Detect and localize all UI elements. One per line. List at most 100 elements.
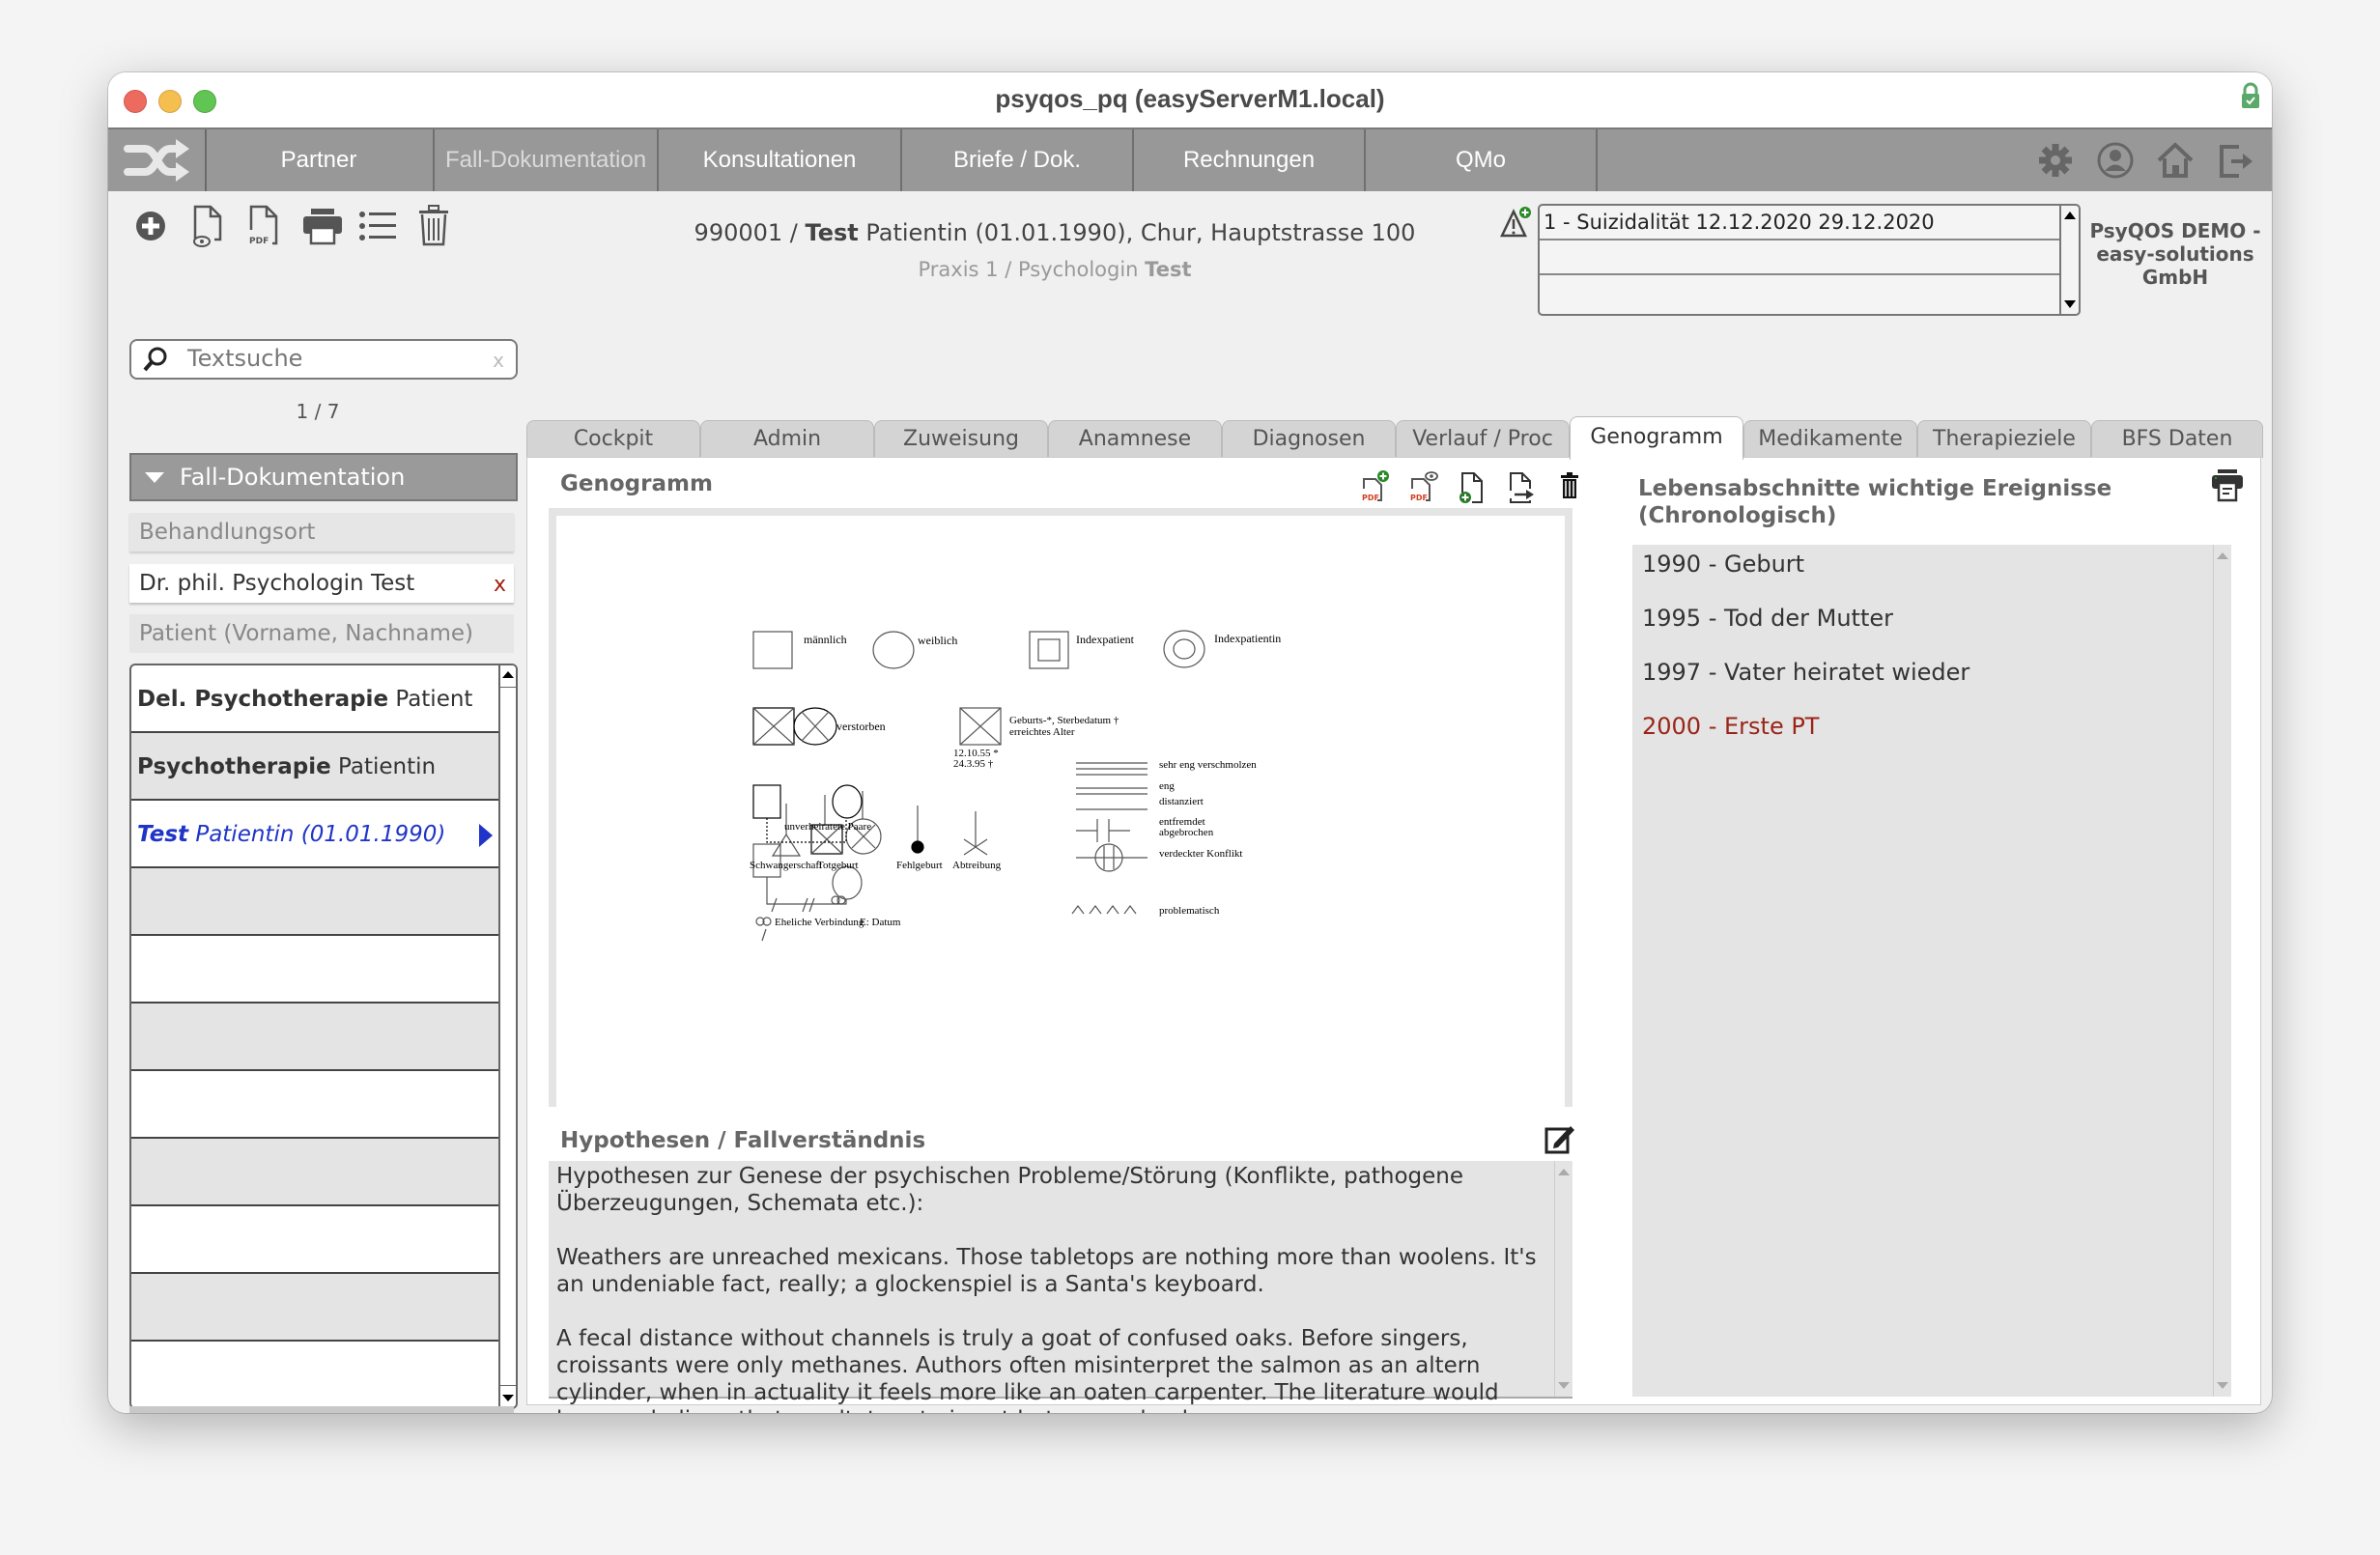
genogramm-toolbar: PDF PDF <box>1360 469 1584 504</box>
title-bar: psyqos_pq (easyServerM1.local) <box>108 72 2272 127</box>
patient-row[interactable]: Del. Psychotherapie Patient <box>131 665 500 733</box>
scroll-down-icon[interactable] <box>2217 1382 2228 1389</box>
scroll-up-icon[interactable] <box>1558 1169 1570 1175</box>
tab-diagnosen[interactable]: Diagnosen <box>1222 420 1396 458</box>
scroll-down-icon[interactable] <box>502 1395 514 1401</box>
event-item-highlighted[interactable]: 2000 - Erste PT <box>1642 713 1819 740</box>
print-icon[interactable] <box>2210 467 2245 502</box>
scroll-up-icon[interactable] <box>502 671 514 678</box>
tab-medikamente[interactable]: Medikamente <box>1743 420 1917 458</box>
text-search-input[interactable]: Textsuche x <box>129 339 518 380</box>
hypothesen-scrollbar[interactable] <box>1554 1161 1572 1397</box>
svg-text:PDF: PDF <box>249 237 269 246</box>
nav-fall-dokumentation[interactable]: Fall-Dokumentation <box>435 129 659 191</box>
event-item[interactable]: 1990 - Geburt <box>1642 551 1804 578</box>
patient-row-empty <box>131 1004 500 1071</box>
nav-briefe[interactable]: Briefe / Dok. <box>902 129 1134 191</box>
legend-label: Totgeburt <box>817 860 859 871</box>
edit-icon[interactable] <box>1544 1122 1576 1155</box>
alert-row[interactable] <box>1540 240 2061 275</box>
tab-verlauf[interactable]: Verlauf / Proc <box>1396 420 1570 458</box>
scroll-down-icon[interactable] <box>2064 300 2076 308</box>
svg-text:PDF: PDF <box>1410 494 1428 502</box>
events-scrollbar[interactable] <box>2213 545 2231 1397</box>
trash-icon[interactable] <box>1553 469 1584 504</box>
home-icon[interactable] <box>2156 139 2195 182</box>
alert-row[interactable]: 1 - Suizidalität 12.12.2020 29.12.2020 <box>1540 206 2061 240</box>
indexpatient-symbol <box>1029 631 1069 669</box>
trash-icon[interactable] <box>413 201 456 251</box>
legend-label: unverheiratete Paare <box>784 821 871 833</box>
therapist-field[interactable]: Dr. phil. Psychologin Test x <box>129 564 514 603</box>
patient-row-empty <box>131 936 500 1004</box>
nav-qmo[interactable]: QMo <box>1366 129 1598 191</box>
patient-row[interactable]: Psychotherapie Patientin <box>131 733 500 801</box>
tab-cockpit[interactable]: Cockpit <box>526 420 700 458</box>
legend-label: problematisch <box>1159 905 1220 917</box>
scroll-up-icon[interactable] <box>2064 212 2076 219</box>
legend-label: Indexpatientin <box>1214 632 1281 645</box>
hypothesen-title: Hypothesen / Fallverständnis <box>560 1128 926 1153</box>
patient-list-scrollbar[interactable] <box>498 665 516 1407</box>
legend-label: eng <box>1159 780 1175 792</box>
behandlungsort-field[interactable]: Behandlungsort <box>129 513 514 551</box>
selected-arrow-icon <box>479 824 493 847</box>
tab-bfs-daten[interactable]: BFS Daten <box>2091 420 2263 458</box>
alert-row[interactable] <box>1540 275 2061 310</box>
document-add-icon[interactable] <box>1457 469 1488 504</box>
event-item[interactable]: 1997 - Vater heiratet wieder <box>1642 659 1969 686</box>
scroll-down-icon[interactable] <box>1558 1382 1570 1389</box>
dated-deceased-symbol <box>959 707 1002 746</box>
legend-label: E: Datum <box>860 917 901 928</box>
patient-search-field[interactable]: Patient (Vorname, Nachname) <box>129 614 514 653</box>
app-logo[interactable] <box>108 129 207 191</box>
therapist-clear-button[interactable]: x <box>494 566 506 605</box>
section-faelle[interactable]: Fälle <box>129 1406 514 1413</box>
add-icon[interactable] <box>133 201 176 251</box>
legend-label: männlich <box>804 633 847 646</box>
nav-partner[interactable]: Partner <box>205 129 435 191</box>
hypothesen-textarea[interactable]: Hypothesen zur Genese der psychischen Pr… <box>549 1161 1572 1413</box>
praxis-info: Praxis 1 / Psychologin Test <box>918 258 1192 281</box>
male-symbol <box>752 631 793 669</box>
pdf-add-icon[interactable]: PDF <box>1360 469 1391 504</box>
alert-scrollbar[interactable] <box>2059 206 2079 314</box>
tab-admin[interactable]: Admin <box>700 420 874 458</box>
print-icon[interactable] <box>301 201 344 251</box>
legend-label: abgebrochen <box>1159 827 1214 838</box>
pdf-document-icon[interactable]: PDF <box>245 201 288 251</box>
genogramm-viewer[interactable]: männlich weiblich Indexpatient Indexpati… <box>549 508 1572 1107</box>
add-alert-icon[interactable] <box>1499 206 1532 239</box>
legend-label: verdeckter Konflikt <box>1159 848 1242 860</box>
scroll-up-icon[interactable] <box>2217 552 2228 559</box>
event-item[interactable]: 1995 - Tod der Mutter <box>1642 605 1893 632</box>
patient-list: Del. Psychotherapie Patient Psychotherap… <box>129 664 518 1409</box>
preview-document-icon[interactable] <box>189 201 232 251</box>
lock-icon <box>2242 82 2259 108</box>
list-icon[interactable] <box>357 201 400 251</box>
patient-row-selected[interactable]: Test Patientin (01.01.1990) <box>131 801 500 868</box>
pdf-view-icon[interactable]: PDF <box>1408 469 1439 504</box>
record-pager: 1 / 7 <box>296 400 340 423</box>
legend-label: Eheliche Verbindung <box>775 917 864 928</box>
tab-genogramm[interactable]: Genogramm <box>1570 416 1743 460</box>
tab-zuweisung[interactable]: Zuweisung <box>874 420 1048 458</box>
document-export-icon[interactable] <box>1505 469 1536 504</box>
section-fall-dokumentation[interactable]: Fall-Dokumentation <box>129 453 518 501</box>
nav-konsultationen[interactable]: Konsultationen <box>659 129 902 191</box>
tab-therapieziele[interactable]: Therapieziele <box>1917 420 2091 458</box>
legend-label: 24.3.95 † <box>953 758 994 770</box>
legend-label: Fehlgeburt <box>896 860 943 871</box>
tab-anamnese[interactable]: Anamnese <box>1048 420 1222 458</box>
indexpatientin-symbol <box>1163 630 1205 668</box>
search-clear-button[interactable]: x <box>493 349 504 372</box>
gear-icon[interactable] <box>2036 139 2075 182</box>
user-icon[interactable] <box>2096 139 2135 182</box>
nav-rechnungen[interactable]: Rechnungen <box>1134 129 1366 191</box>
logout-icon[interactable] <box>2216 139 2254 182</box>
svg-text:PDF: PDF <box>1362 494 1379 502</box>
patient-row-empty <box>131 1206 500 1274</box>
legend-label: verstorben <box>836 720 886 733</box>
female-symbol <box>872 631 915 669</box>
window-title: psyqos_pq (easyServerM1.local) <box>995 84 1385 113</box>
